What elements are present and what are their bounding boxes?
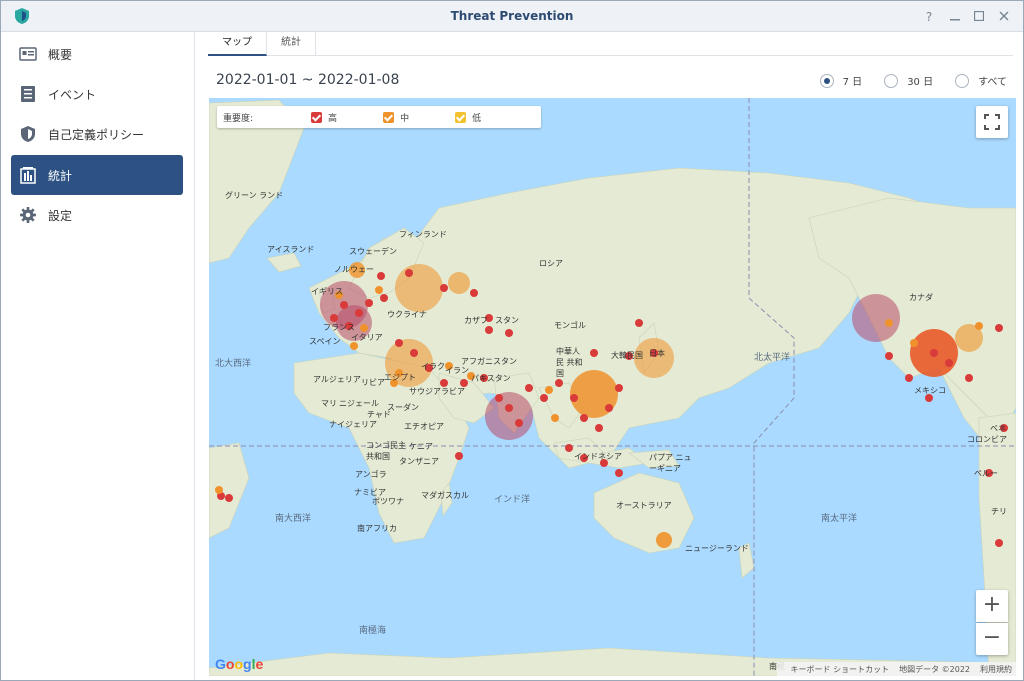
checkbox-high[interactable] (311, 111, 323, 123)
sidebar-item-label: 設定 (48, 208, 73, 223)
tab-map[interactable]: マップ (208, 32, 267, 56)
event-list-icon (21, 86, 35, 102)
threat-bubble[interactable] (336, 305, 372, 341)
legend-medium[interactable]: 中 (383, 111, 409, 124)
radio-button[interactable] (819, 73, 834, 88)
sidebar-item-statistics[interactable]: 統計 (11, 155, 183, 195)
radio-label: 30 日 (907, 77, 934, 88)
period-all[interactable]: すべて (955, 73, 1007, 88)
fullscreen-icon (984, 114, 1000, 130)
legend-label: 低 (472, 113, 482, 124)
google-logo[interactable]: Google (215, 656, 263, 672)
tab-bar: マップ 統計 (208, 32, 1013, 56)
app-window: Threat Prevention ? 概要 イベント 自己定義ポリシー 統計 (0, 0, 1024, 681)
checkbox-medium[interactable] (383, 111, 395, 123)
radio-label: すべて (978, 77, 1007, 88)
sidebar-item-events[interactable]: イベント (11, 74, 183, 114)
tab-statistics[interactable]: 統計 (267, 32, 316, 56)
main-panel: マップ 統計 2022-01-01 ~ 2022-01-08 7 日 30 日 … (196, 32, 1023, 680)
statistics-building-icon (20, 167, 36, 184)
radio-button[interactable] (884, 73, 899, 88)
legend-high[interactable]: 高 (311, 111, 337, 124)
period-7-days[interactable]: 7 日 (819, 73, 863, 88)
threat-bubble[interactable] (634, 338, 674, 378)
radio-label: 7 日 (842, 77, 863, 88)
checkbox-low[interactable] (455, 111, 467, 123)
legend-label: 高 (328, 113, 338, 124)
title-bar: Threat Prevention ? (1, 1, 1023, 32)
severity-legend: 重要度: 高 中 低 (217, 106, 541, 128)
radio-button[interactable] (955, 73, 970, 88)
fullscreen-button[interactable] (976, 106, 1008, 138)
zoom-in-button[interactable]: + (976, 590, 1008, 622)
minimize-button[interactable] (945, 7, 965, 27)
maximize-icon (973, 10, 985, 22)
keyboard-shortcuts-link[interactable]: キーボード ショートカット (791, 664, 890, 675)
threat-bubble[interactable] (395, 264, 443, 312)
sidebar-item-label: 自己定義ポリシー (48, 127, 145, 142)
close-icon (999, 11, 1009, 21)
sidebar-item-label: イベント (48, 87, 97, 102)
window-title: Threat Prevention (450, 9, 574, 23)
legend-title: 重要度: (223, 113, 254, 124)
threat-bubble[interactable] (852, 294, 900, 342)
shield-icon (21, 126, 35, 142)
zoom-out-button[interactable]: − (976, 623, 1008, 655)
sidebar-item-overview[interactable]: 概要 (11, 34, 183, 74)
maximize-button[interactable] (969, 7, 989, 27)
legend-low[interactable]: 低 (455, 111, 481, 124)
map-data-credit: 地図データ ©2022 (899, 664, 970, 674)
threat-bubble[interactable] (656, 532, 672, 548)
threat-bubble[interactable] (448, 272, 470, 294)
close-button[interactable] (994, 7, 1014, 27)
minimize-icon (950, 19, 960, 21)
terms-link[interactable]: 利用規約 (980, 664, 1012, 675)
legend-label: 中 (400, 113, 410, 124)
sidebar-item-custom-policy[interactable]: 自己定義ポリシー (11, 114, 183, 154)
sidebar-item-label: 概要 (48, 47, 73, 62)
threat-bubble[interactable] (485, 392, 533, 440)
date-range: 2022-01-01 ~ 2022-01-08 (216, 72, 400, 88)
threat-bubble[interactable] (349, 262, 365, 278)
map-attribution: キーボード ショートカット 地図データ ©2022 利用規約 (776, 662, 1016, 676)
sidebar-item-settings[interactable]: 設定 (11, 195, 183, 235)
sidebar: 概要 イベント 自己定義ポリシー 統計 設定 (1, 32, 195, 680)
map-canvas[interactable] (209, 98, 1016, 676)
threat-map[interactable]: グリーン ランド アイスランド フィンランド スウェーデン ノルウェー イギリス… (209, 98, 1016, 676)
help-button[interactable]: ? (919, 7, 939, 27)
period-selector: 7 日 30 日 すべて (798, 73, 1007, 88)
gear-icon (20, 207, 36, 223)
period-30-days[interactable]: 30 日 (884, 73, 933, 88)
sidebar-item-label: 統計 (48, 168, 73, 183)
overview-card-icon (19, 47, 37, 61)
